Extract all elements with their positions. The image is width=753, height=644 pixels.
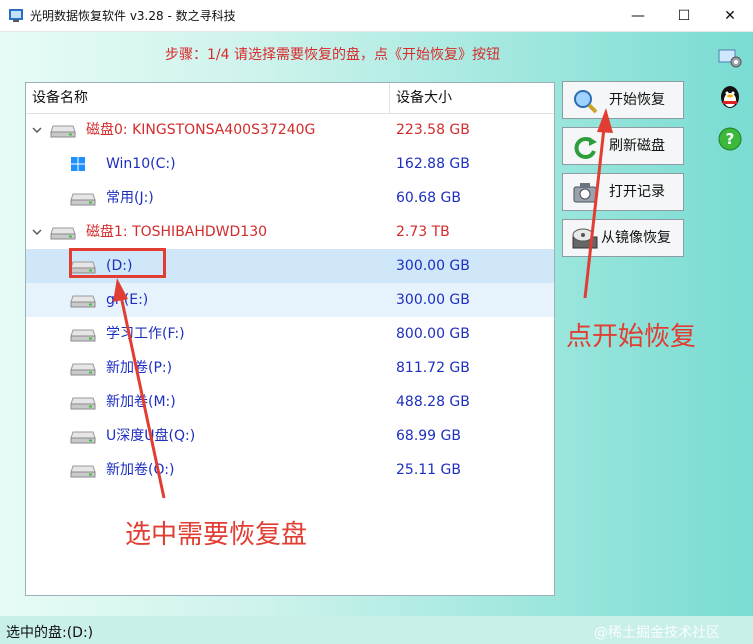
partition-name: U深度U盘(Q:) bbox=[106, 428, 196, 444]
selection-highlight-box bbox=[69, 248, 166, 278]
partition-size: 800.00 GB bbox=[396, 326, 470, 342]
partition-row[interactable]: Win10(C:) 162.88 GB bbox=[26, 147, 554, 181]
refresh-disk-button[interactable]: 刷新磁盘 bbox=[562, 127, 684, 165]
partition-size: 60.68 GB bbox=[396, 190, 461, 206]
svg-text:?: ? bbox=[726, 130, 735, 148]
maximize-button[interactable]: ☐ bbox=[661, 0, 707, 31]
partition-size: 300.00 GB bbox=[396, 292, 470, 308]
column-device-name[interactable]: 设备名称 bbox=[32, 83, 88, 113]
main-window: 光明数据恢复软件 v3.28 - 数之寻科技 — ☐ ✕ 步骤：1/4 请选择需… bbox=[0, 0, 753, 644]
drive-icon bbox=[70, 295, 96, 308]
hard-disk-icon bbox=[50, 227, 76, 240]
partition-row[interactable]: 常用(J:) 60.68 GB bbox=[26, 181, 554, 215]
list-header: 设备名称 设备大小 bbox=[26, 83, 554, 114]
annotation-click-start: 点开始恢复 bbox=[566, 322, 697, 352]
partition-size: 25.11 GB bbox=[396, 462, 461, 478]
drive-icon bbox=[70, 465, 96, 478]
open-record-button[interactable]: 打开记录 bbox=[562, 173, 684, 211]
disk-row[interactable]: 磁盘1: TOSHIBAHDWD130 2.73 TB bbox=[26, 215, 554, 249]
partition-row[interactable]: 学习工作(F:) 800.00 GB bbox=[26, 317, 554, 351]
disk-name: 磁盘0: KINGSTONSA400S37240G bbox=[86, 122, 316, 138]
partition-row[interactable]: 新加卷(P:) 811.72 GB bbox=[26, 351, 554, 385]
drive-icon bbox=[70, 431, 96, 444]
partition-name: gh(E:) bbox=[106, 292, 149, 308]
column-device-size[interactable]: 设备大小 bbox=[396, 83, 452, 113]
collapse-chevron-icon[interactable] bbox=[32, 227, 42, 237]
restore-from-image-button[interactable]: 从镜像恢复 bbox=[562, 219, 684, 257]
partition-row[interactable]: gh(E:) 300.00 GB bbox=[26, 283, 554, 317]
step-instruction: 步骤：1/4 请选择需要恢复的盘，点《开始恢复》按钮 bbox=[165, 47, 500, 63]
close-button[interactable]: ✕ bbox=[707, 0, 753, 31]
camera-icon bbox=[573, 183, 597, 203]
status-bar: 选中的盘:(D:) @稀土掘金技术社区 bbox=[0, 616, 753, 644]
partition-name: Win10(C:) bbox=[106, 156, 176, 172]
start-recovery-label: 开始恢复 bbox=[609, 92, 665, 108]
disk-size: 223.58 GB bbox=[396, 122, 470, 138]
selected-disk-status: 选中的盘:(D:) bbox=[6, 625, 94, 641]
partition-size: 811.72 GB bbox=[396, 360, 470, 376]
windows-logo-icon bbox=[71, 157, 85, 171]
partition-size: 162.88 GB bbox=[396, 156, 470, 172]
watermark: @稀土掘金技术社区 bbox=[594, 625, 720, 641]
refresh-disk-label: 刷新磁盘 bbox=[609, 138, 665, 154]
disk-image-icon bbox=[572, 228, 598, 249]
drive-icon bbox=[70, 193, 96, 206]
partition-row[interactable]: U深度U盘(Q:) 68.99 GB bbox=[26, 419, 554, 453]
disk-size: 2.73 TB bbox=[396, 224, 450, 240]
side-toolbar: ? bbox=[707, 32, 753, 616]
drive-icon bbox=[70, 329, 96, 342]
open-record-label: 打开记录 bbox=[609, 184, 665, 200]
disk-row[interactable]: 磁盘0: KINGSTONSA400S37240G 223.58 GB bbox=[26, 113, 554, 147]
start-recovery-button[interactable]: 开始恢复 bbox=[562, 81, 684, 119]
partition-size: 300.00 GB bbox=[396, 258, 470, 274]
title-bar: 光明数据恢复软件 v3.28 - 数之寻科技 — ☐ ✕ bbox=[0, 0, 753, 32]
qq-penguin-icon[interactable] bbox=[717, 84, 743, 110]
magnifier-icon bbox=[574, 90, 598, 114]
help-icon[interactable]: ? bbox=[717, 126, 743, 152]
partition-row[interactable]: 新加卷(O:) 25.11 GB bbox=[26, 453, 554, 487]
drive-icon bbox=[70, 397, 96, 410]
app-icon bbox=[9, 9, 23, 22]
partition-size: 488.28 GB bbox=[396, 394, 470, 410]
column-divider[interactable] bbox=[389, 83, 390, 113]
partition-name: 常用(J:) bbox=[106, 190, 154, 206]
settings-icon[interactable] bbox=[717, 44, 743, 70]
annotation-select-disk: 选中需要恢复盘 bbox=[125, 520, 308, 550]
partition-name: 新加卷(O:) bbox=[106, 462, 175, 478]
partition-row[interactable]: 新加卷(M:) 488.28 GB bbox=[26, 385, 554, 419]
refresh-icon bbox=[574, 137, 597, 159]
hard-disk-icon bbox=[50, 125, 76, 138]
restore-from-image-label: 从镜像恢复 bbox=[601, 230, 671, 246]
partition-name: 学习工作(F:) bbox=[106, 326, 185, 342]
partition-name: 新加卷(M:) bbox=[106, 394, 176, 410]
minimize-button[interactable]: — bbox=[615, 0, 661, 31]
drive-icon bbox=[70, 363, 96, 376]
disk-name: 磁盘1: TOSHIBAHDWD130 bbox=[86, 224, 268, 240]
partition-name: 新加卷(P:) bbox=[106, 360, 173, 376]
partition-size: 68.99 GB bbox=[396, 428, 461, 444]
collapse-chevron-icon[interactable] bbox=[32, 125, 42, 135]
window-title: 光明数据恢复软件 v3.28 - 数之寻科技 bbox=[30, 9, 236, 23]
